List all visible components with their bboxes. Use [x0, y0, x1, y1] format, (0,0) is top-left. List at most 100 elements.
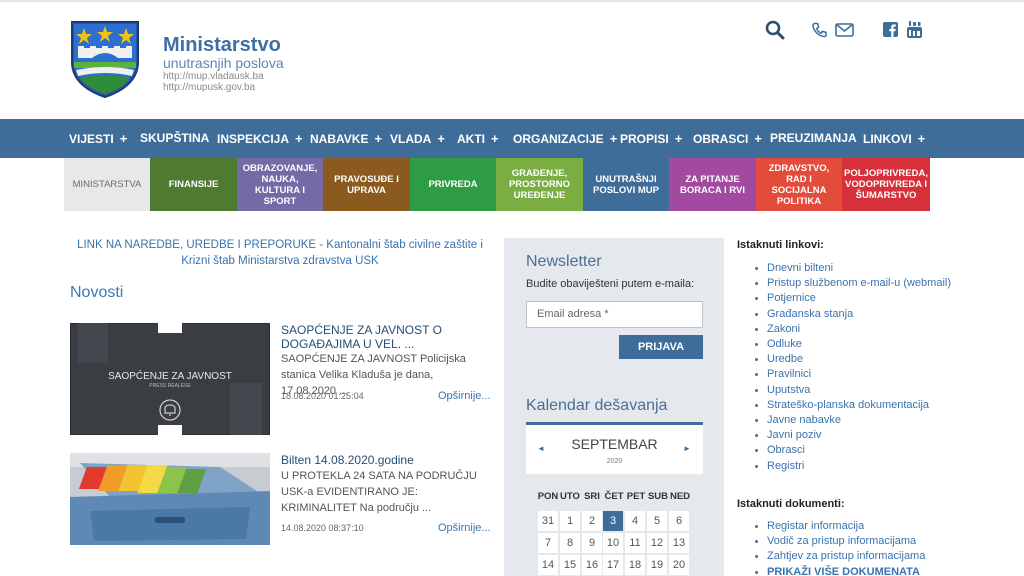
link-item[interactable]: Strateško-planska dokumentacija — [755, 398, 967, 413]
calendar-day[interactable]: 7 — [538, 533, 558, 553]
tile-label: POLJOPRIVREDA, VODOPRIVREDA I ŠUMARSTVO — [844, 168, 928, 201]
email-field[interactable]: Email adresa * — [526, 301, 703, 328]
calendar-day[interactable]: 3 — [603, 511, 623, 531]
expand-icon[interactable]: + — [675, 131, 683, 146]
tile-zdravstvo[interactable]: ZDRAVSTVO, RAD I SOCIJALNA POLITIKA — [756, 158, 842, 211]
nav-item-obrasci[interactable]: OBRASCI + — [693, 119, 762, 158]
read-more-link[interactable]: Opširnije... — [438, 390, 491, 402]
nav-item-vlada[interactable]: VLADA + — [390, 119, 445, 158]
nav-item-nabavke[interactable]: NABAVKE + — [310, 119, 382, 158]
link-item[interactable]: Uredbe — [755, 352, 967, 367]
subscribe-button[interactable]: PRIJAVA — [619, 335, 703, 359]
expand-icon[interactable]: + — [295, 131, 303, 146]
search-icon[interactable] — [765, 20, 785, 40]
nav-item-preuzimanja[interactable]: PREUZIMANJA — [770, 119, 857, 158]
link-item[interactable]: Uputstva — [755, 383, 967, 398]
tile-label: ZDRAVSTVO, RAD I SOCIJALNA POLITIKA — [768, 162, 830, 207]
thumbnail-subcaption: PRESS REALESE — [149, 383, 191, 389]
link-item[interactable]: Pristup službenom e-mail-u (webmail) — [755, 276, 967, 291]
calendar-day[interactable]: 19 — [647, 555, 667, 575]
expand-icon[interactable]: + — [437, 131, 445, 146]
calendar-day[interactable]: 14 — [538, 555, 558, 575]
calendar-day[interactable]: 31 — [538, 511, 558, 531]
link-item[interactable]: Javni poziv — [755, 428, 967, 443]
expand-icon[interactable]: + — [491, 131, 499, 146]
link-item[interactable]: Javne nabavke — [755, 413, 967, 428]
phone-icon[interactable] — [812, 22, 827, 38]
nav-label: VLADA — [390, 132, 432, 146]
thumbnail-caption: SAOPĆENJE ZA JAVNOST — [108, 369, 232, 382]
calendar-day[interactable]: 9 — [582, 533, 602, 553]
calendar-day[interactable]: 16 — [582, 555, 602, 575]
news-thumbnail-press-release[interactable]: SAOPĆENJE ZA JAVNOST PRESS REALESE — [70, 323, 270, 435]
facebook-icon[interactable] — [883, 22, 898, 37]
nav-item-inspekcija[interactable]: INSPEKCIJA + — [217, 119, 303, 158]
calendar-day[interactable]: 17 — [603, 555, 623, 575]
calendar-day[interactable]: 20 — [669, 555, 689, 575]
calendar-prev-icon[interactable]: ◄ — [537, 444, 545, 453]
calendar-day[interactable]: 18 — [625, 555, 645, 575]
document-item[interactable]: Zahtjev za pristup informacijama — [755, 549, 967, 564]
document-item[interactable]: Registar informacija — [755, 519, 967, 534]
calendar-day[interactable]: 2 — [582, 511, 602, 531]
tile-boraca[interactable]: ZA PITANJE BORACA I RVI — [669, 158, 756, 211]
tile-unutrasnji-poslovi[interactable]: UNUTRAŠNJI POSLOVI MUP — [583, 158, 669, 211]
novosti-heading: Novosti — [70, 284, 124, 301]
calendar-day[interactable]: 10 — [603, 533, 623, 553]
calendar-day[interactable]: 13 — [669, 533, 689, 553]
youtube-icon[interactable] — [907, 21, 922, 38]
tile-privreda[interactable]: PRIVREDA — [410, 158, 496, 211]
tile-label: PRIVREDA — [428, 179, 478, 190]
tile-ministarstva[interactable]: MINISTARSTVA — [64, 158, 150, 211]
nav-item-propisi[interactable]: PROPISI + — [620, 119, 682, 158]
link-item[interactable]: Dnevni bilteni — [755, 261, 967, 276]
read-more-link[interactable]: Opširnije... — [438, 522, 491, 534]
naredbe-link[interactable]: LINK NA NAREDBE, UREDBE I PREPORUKE - Ka… — [70, 237, 490, 269]
news-title-bilten[interactable]: Bilten 14.08.2020.godine — [281, 453, 491, 467]
expand-icon[interactable]: + — [610, 131, 618, 146]
show-more-documents-link[interactable]: PRIKAŽI VIŠE DOKUMENATA — [755, 565, 967, 576]
calendar-day[interactable]: 4 — [625, 511, 645, 531]
nav-label: LINKOVI — [863, 132, 912, 146]
link-item[interactable]: Odluke — [755, 337, 967, 352]
nav-item-akti[interactable]: AKTI + — [457, 119, 499, 158]
document-item[interactable]: Vodič za pristup informacijama — [755, 534, 967, 549]
link-item[interactable]: Registri — [755, 459, 967, 474]
link-item[interactable]: Pravilnici — [755, 367, 967, 382]
tile-finansije[interactable]: FINANSIJE — [150, 158, 237, 211]
news-title-saopcenje[interactable]: SAOPĆENJE ZA JAVNOST O DOGAĐAJIMA U VEL.… — [281, 323, 491, 351]
tile-pravosudje[interactable]: PRAVOSUĐE I UPRAVA — [323, 158, 410, 211]
calendar-day[interactable]: 8 — [560, 533, 580, 553]
nav-label: VIJESTI — [69, 132, 114, 146]
brand-title[interactable]: Ministarstvo — [163, 34, 281, 57]
expand-icon[interactable]: + — [754, 131, 762, 146]
nav-item-organizacije[interactable]: ORGANIZACIJE + — [513, 119, 617, 158]
brand-url-primary[interactable]: http://mup.vladausk.ba — [163, 71, 264, 82]
calendar-next-icon[interactable]: ► — [683, 444, 691, 453]
expand-icon[interactable]: + — [918, 131, 926, 146]
calendar-day[interactable]: 11 — [625, 533, 645, 553]
nav-label: INSPEKCIJA — [217, 132, 290, 146]
tile-poljoprivreda[interactable]: POLJOPRIVREDA, VODOPRIVREDA I ŠUMARSTVO — [842, 158, 930, 211]
tile-obrazovanje[interactable]: OBRAZOVANJE, NAUKA, KULTURA I SPORT — [237, 158, 323, 211]
tile-gradjenje[interactable]: GRAĐENJE, PROSTORNO UREĐENJE — [496, 158, 583, 211]
news-thumbnail-bilten[interactable] — [70, 453, 270, 545]
link-item[interactable]: Obrasci — [755, 443, 967, 458]
calendar-day[interactable]: 1 — [560, 511, 580, 531]
coat-of-arms-logo[interactable] — [70, 20, 140, 98]
nav-item-skupstina[interactable]: SKUPŠTINA — [140, 119, 209, 158]
brand-url-secondary[interactable]: http://mupusk.gov.ba — [163, 82, 255, 93]
link-item[interactable]: Potjernice — [755, 291, 967, 306]
link-item[interactable]: Zakoni — [755, 322, 967, 337]
calendar-day[interactable]: 12 — [647, 533, 667, 553]
calendar-day-name: PET — [626, 491, 646, 502]
nav-item-linkovi[interactable]: LINKOVI + — [863, 119, 925, 158]
calendar-day[interactable]: 6 — [669, 511, 689, 531]
calendar-day[interactable]: 15 — [560, 555, 580, 575]
expand-icon[interactable]: + — [120, 131, 128, 146]
calendar-day[interactable]: 5 — [647, 511, 667, 531]
link-item[interactable]: Građanska stanja — [755, 307, 967, 322]
mail-icon[interactable] — [835, 23, 854, 37]
nav-item-vijesti[interactable]: VIJESTI + — [69, 119, 127, 158]
expand-icon[interactable]: + — [374, 131, 382, 146]
